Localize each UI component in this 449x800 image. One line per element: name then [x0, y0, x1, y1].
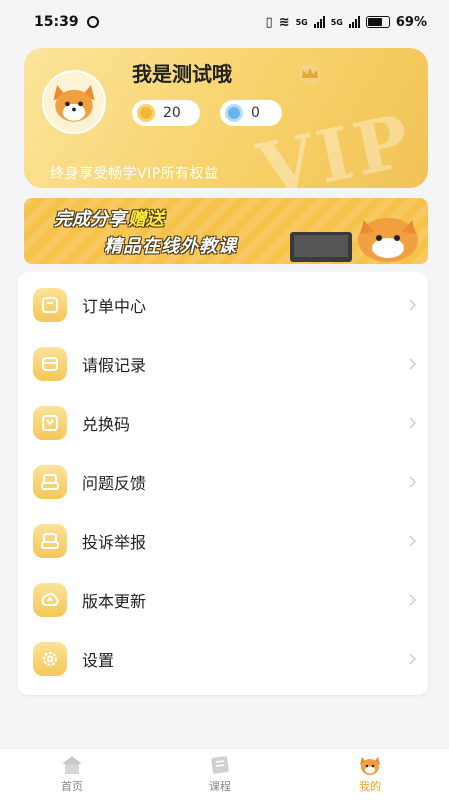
tab-home[interactable]: 首页 [32, 749, 112, 800]
tab-label: 首页 [61, 780, 83, 793]
chevron-right-icon [409, 652, 416, 665]
chevron-right-icon [409, 593, 416, 606]
network-type-2: 5G [330, 17, 343, 27]
signal-icon [313, 16, 325, 28]
complaint-icon [33, 523, 67, 558]
battery-level: 69% [395, 14, 427, 30]
user-name: 我是测试哦 [132, 62, 232, 86]
chevron-right-icon [409, 357, 416, 370]
status-bar: 15:39 ▯ ≋ 5G 5G 69% [0, 0, 449, 44]
vip-card[interactable]: VIP 我是测试哦 20 0 终身享受畅学VIP所有权益 [24, 48, 428, 188]
signal-icon-2 [348, 16, 360, 28]
promo-illustration [290, 218, 418, 262]
menu-item-feedback[interactable]: 问题反馈 [18, 452, 428, 511]
bottom-tab-bar: 首页 课程 我的 [0, 748, 449, 800]
crown-icon [299, 63, 321, 85]
course-icon [211, 756, 229, 774]
promo-title: 完成分享 赠送 [54, 209, 164, 230]
gems-badge[interactable]: 0 [220, 100, 282, 126]
menu-label: 问题反馈 [82, 473, 147, 493]
chevron-right-icon [409, 534, 416, 547]
menu-item-version-update[interactable]: 版本更新 [18, 570, 428, 629]
tab-courses[interactable]: 课程 [180, 749, 260, 800]
mine-fox-icon [360, 757, 380, 775]
gems-count: 0 [251, 105, 260, 121]
tab-mine[interactable]: 我的 [330, 749, 410, 800]
leave-record-icon [33, 346, 67, 381]
menu-item-orders[interactable]: 订单中心 [18, 275, 428, 334]
menu-label: 订单中心 [82, 296, 147, 316]
menu-item-complaint[interactable]: 投诉举报 [18, 511, 428, 570]
menu-label: 投诉举报 [82, 532, 147, 552]
menu-label: 请假记录 [82, 355, 147, 375]
chevron-right-icon [409, 475, 416, 488]
redeem-code-icon [33, 405, 67, 440]
wifi-icon: ≋ [278, 14, 290, 30]
battery-icon [365, 16, 390, 28]
tab-label: 我的 [359, 780, 381, 793]
coin-icon [137, 104, 155, 122]
home-icon [62, 756, 82, 774]
promo-subtitle: 精品在线外教课 [104, 236, 237, 257]
promo-banner[interactable]: 完成分享 赠送 精品在线外教课 [24, 198, 428, 264]
update-icon [33, 582, 67, 617]
menu-item-leave-records[interactable]: 请假记录 [18, 334, 428, 393]
settings-icon [33, 641, 67, 676]
gem-icon [225, 104, 243, 122]
chevron-right-icon [409, 298, 416, 311]
menu-label: 设置 [82, 650, 115, 670]
menu-label: 兑换码 [82, 414, 131, 434]
coins-count: 20 [163, 105, 181, 121]
menu-label: 版本更新 [82, 591, 147, 611]
feedback-icon [33, 464, 67, 499]
network-type: 5G [295, 17, 308, 27]
order-icon [33, 287, 67, 322]
avatar[interactable] [42, 70, 106, 134]
fox-avatar-icon [53, 85, 95, 122]
menu-list: 订单中心 请假记录 兑换码 问题反馈 投诉举报 版本更新 设置 [18, 272, 428, 695]
coins-badge[interactable]: 20 [132, 100, 200, 126]
menu-item-redeem-code[interactable]: 兑换码 [18, 393, 428, 452]
tab-label: 课程 [209, 780, 231, 793]
alarm-icon [86, 16, 99, 28]
menu-item-settings[interactable]: 设置 [18, 629, 428, 688]
vip-description: 终身享受畅学VIP所有权益 [50, 166, 219, 182]
vibrate-icon: ▯ [265, 14, 273, 30]
status-time: 15:39 [34, 14, 79, 30]
chevron-right-icon [409, 416, 416, 429]
